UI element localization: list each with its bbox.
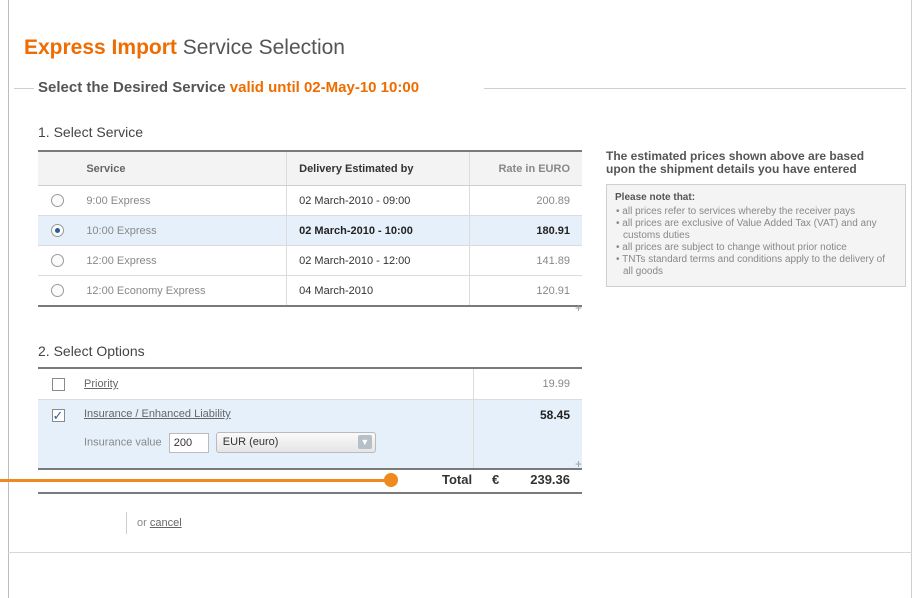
- service-row-1000[interactable]: 10:00 Express 02 March-2010 - 10:00 180.…: [38, 215, 582, 246]
- chevron-down-icon[interactable]: ▼: [357, 435, 372, 449]
- page-title: Express Import Service Selection: [24, 36, 345, 60]
- cancel-area: or cancel: [126, 512, 182, 534]
- total-row: Total € 239.36: [38, 470, 582, 494]
- price-note-item: • all prices refer to services whereby t…: [616, 206, 856, 217]
- insurance-price: 58.45: [473, 399, 582, 470]
- price-note-item: • TNTs standard terms and conditions app…: [616, 254, 886, 277]
- options-table: Priority 19.99 ✓ Insurance / Enhanced Li…: [38, 367, 582, 470]
- priority-price: 19.99: [473, 368, 582, 400]
- price-notes-title: Please note that:: [615, 192, 696, 203]
- cancel-link[interactable]: cancel: [150, 517, 182, 529]
- option-row-insurance[interactable]: ✓ Insurance / Enhanced Liability Insuran…: [38, 399, 582, 470]
- page-title-subtitle: Service Selection: [182, 36, 345, 59]
- service-row-0900[interactable]: 9:00 Express 02 March-2010 - 09:00 200.8…: [38, 185, 582, 216]
- insurance-value-input[interactable]: 200: [168, 432, 209, 453]
- or-text: or: [137, 517, 147, 529]
- section-heading-text: Select the Desired Service: [38, 79, 226, 96]
- header-rate: Rate in EURO: [469, 150, 582, 186]
- service-radio-0900[interactable]: [50, 194, 64, 207]
- service-name: 10:00 Express: [76, 215, 288, 246]
- callout-dot: [384, 473, 398, 487]
- valid-until-label: valid until: [229, 79, 300, 96]
- service-name: 12:00 Express: [76, 245, 288, 276]
- select-service-title: 1. Select Service: [38, 124, 144, 140]
- service-table-header: Service Delivery Estimated by Rate in EU…: [38, 150, 582, 186]
- price-notes-box: Please note that: • all prices refer to …: [606, 184, 906, 287]
- service-name: 9:00 Express: [76, 185, 288, 216]
- options-corner-plus-icon: +: [575, 457, 583, 471]
- insurance-link[interactable]: Insurance / Enhanced Liability: [84, 408, 231, 420]
- valid-until-date: 02-May-10 10:00: [303, 79, 420, 96]
- service-row-1200-economy[interactable]: 12:00 Economy Express 04 March-2010 120.…: [38, 275, 582, 307]
- fieldset-border-left: [14, 88, 34, 89]
- service-rate: 120.91: [469, 275, 582, 307]
- option-row-priority[interactable]: Priority 19.99: [38, 368, 582, 400]
- currency-select-value: EUR (euro): [222, 436, 279, 448]
- price-note-item: • all prices are exclusive of Value Adde…: [616, 218, 877, 241]
- priority-link[interactable]: Priority: [84, 378, 118, 390]
- callout-connector-line: [0, 479, 392, 482]
- service-delivery: 02 March-2010 - 12:00: [286, 245, 471, 276]
- header-service: Service: [76, 150, 288, 186]
- insurance-value-label: Insurance value: [84, 436, 162, 449]
- service-radio-1200[interactable]: [50, 254, 64, 267]
- price-info-panel: The estimated prices shown above are bas…: [606, 150, 906, 287]
- service-rate: 141.89: [469, 245, 582, 276]
- table-corner-plus-icon: +: [575, 301, 583, 315]
- header-delivery: Delivery Estimated by: [286, 150, 471, 186]
- price-notes-list: • all prices refer to services whereby t…: [615, 206, 897, 278]
- header-radio-cell: [38, 150, 77, 186]
- price-note-item: • all prices are subject to change witho…: [616, 242, 847, 253]
- insurance-value-row: Insurance value 200 EUR (euro) ▼: [84, 432, 473, 453]
- window-left-border: [8, 0, 9, 598]
- service-row-1200[interactable]: 12:00 Express 02 March-2010 - 12:00 141.…: [38, 245, 582, 276]
- service-rate: 180.91: [469, 215, 582, 246]
- service-delivery: 02 March-2010 - 09:00: [286, 185, 471, 216]
- service-delivery: 04 March-2010: [286, 275, 471, 307]
- service-name: 12:00 Economy Express: [76, 275, 288, 307]
- service-radio-1200-economy[interactable]: [50, 284, 64, 297]
- total-label: Total: [442, 472, 473, 487]
- fieldset-border-right: [484, 88, 906, 89]
- select-options-title: 2. Select Options: [38, 343, 145, 359]
- total-currency: €: [492, 472, 500, 487]
- footer-divider: [8, 552, 912, 553]
- insurance-checkbox[interactable]: ✓: [51, 408, 65, 423]
- priority-checkbox[interactable]: [51, 377, 65, 391]
- total-amount: 239.36: [530, 472, 570, 487]
- price-info-heading: The estimated prices shown above are bas…: [606, 149, 865, 176]
- service-table: Service Delivery Estimated by Rate in EU…: [38, 150, 582, 307]
- section-heading: Select the Desired Service valid until 0…: [38, 79, 419, 96]
- checkmark-icon: ✓: [52, 408, 64, 423]
- service-delivery: 02 March-2010 - 10:00: [286, 215, 471, 246]
- service-radio-1000[interactable]: [50, 224, 64, 237]
- window-right-border: [911, 0, 912, 598]
- service-rate: 200.89: [469, 185, 582, 216]
- currency-select[interactable]: EUR (euro) ▼: [215, 432, 376, 453]
- page-title-brand: Express Import: [24, 36, 177, 59]
